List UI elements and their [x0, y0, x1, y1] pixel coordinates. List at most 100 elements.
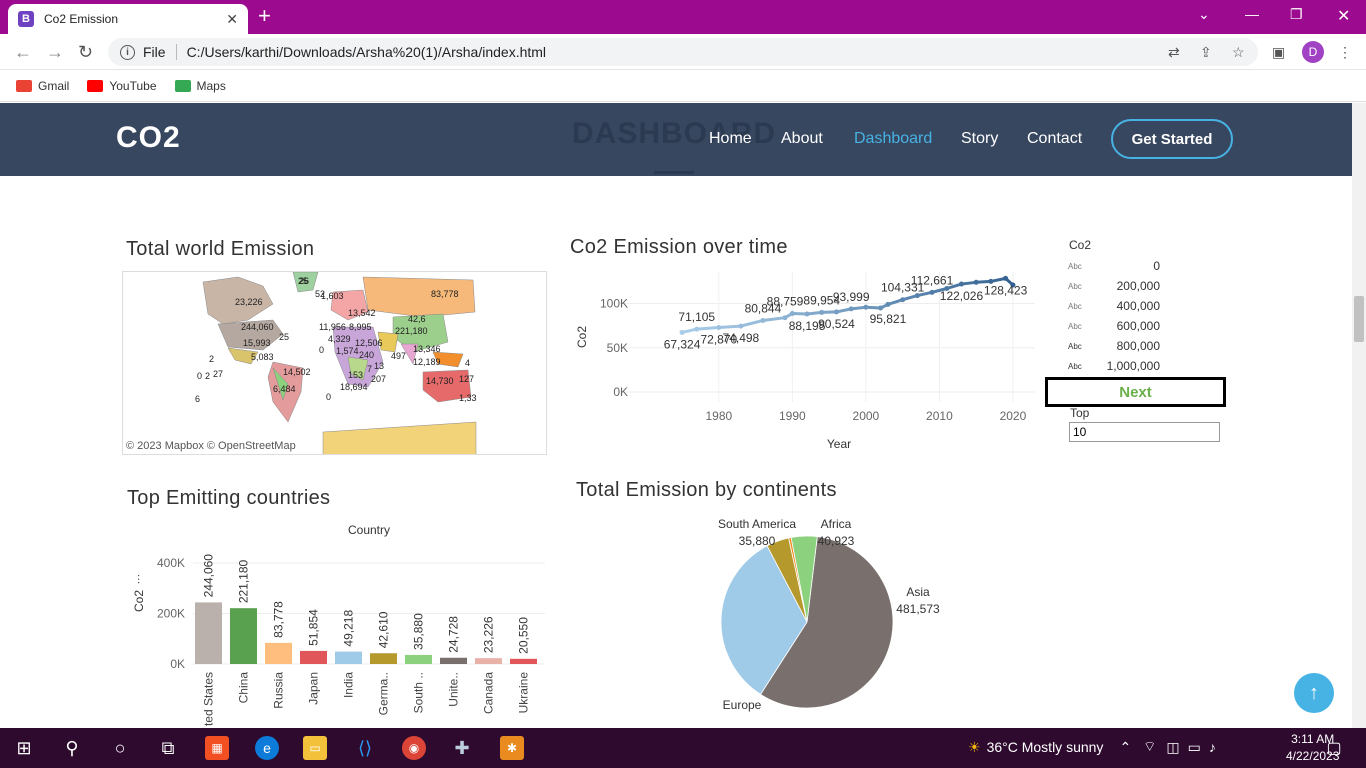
info-icon[interactable]: i: [120, 44, 135, 60]
get-started-button[interactable]: Get Started: [1111, 119, 1233, 159]
edge-icon[interactable]: e: [255, 736, 279, 760]
tableau-icon[interactable]: ✚: [450, 736, 474, 760]
bookmark-youtube[interactable]: YouTube: [87, 79, 157, 93]
task-view-icon[interactable]: ⧉: [156, 736, 180, 760]
nav-story[interactable]: Story: [961, 130, 998, 148]
legend-value: 600,000: [1116, 319, 1160, 333]
map-value-label: 1,33: [459, 393, 477, 403]
nav-contact[interactable]: Contact: [1027, 130, 1082, 148]
line-chart[interactable]: 0K 50K 100K 1980 1990 2000 2010 2020 Year Co2 67,3…: [565, 262, 1045, 462]
nav-home[interactable]: Home: [709, 130, 752, 148]
weather-icon[interactable]: ☀: [968, 739, 981, 756]
world-emission-map[interactable]: 23,226 25 244,060 15,993 25 2 0 2 27 6 5,083 14,502…: [122, 271, 547, 455]
legend-glyph: Abc: [1068, 321, 1082, 331]
line-xtick-label: 2020: [1000, 409, 1027, 423]
line-point: [973, 279, 979, 285]
minimize-button[interactable]: —: [1245, 6, 1259, 22]
line-segment: [717, 324, 743, 330]
restore-button[interactable]: ❐: [1290, 6, 1303, 23]
scrollbar-thumb[interactable]: [1354, 296, 1364, 342]
page-scrollbar[interactable]: [1352, 103, 1366, 728]
new-tab-button[interactable]: +: [258, 4, 271, 28]
pie-label-asia: Asia: [906, 585, 930, 599]
bar-value-label: 221,180: [237, 559, 251, 603]
bar: [405, 654, 432, 664]
bar: [510, 658, 537, 664]
back-to-top-button[interactable]: ↑: [1294, 673, 1334, 713]
translate-icon[interactable]: ⇄: [1168, 44, 1180, 61]
reload-icon[interactable]: ↻: [78, 42, 93, 63]
next-button[interactable]: Next: [1045, 377, 1226, 407]
cortana-icon[interactable]: ○: [108, 736, 132, 760]
bar-chart[interactable]: Country 0K 200K 400K Co2 ⫶ 244,060 United State…: [125, 516, 555, 726]
close-window-button[interactable]: ✕: [1337, 6, 1350, 26]
pie-chart[interactable]: Asia 481,573 Europe South America 35,880 Afri…: [690, 510, 990, 728]
wifi-icon[interactable]: ⌔: [1143, 738, 1156, 756]
meet-icon[interactable]: ◫: [1166, 739, 1179, 756]
bookmark-label: Maps: [196, 78, 226, 93]
bookmarks-bar: Gmail YouTube Maps: [0, 70, 1366, 102]
line-point: [1003, 275, 1009, 281]
bookmark-star-icon[interactable]: ☆: [1232, 44, 1245, 61]
bookmark-maps[interactable]: Maps: [174, 78, 226, 93]
bar: [195, 602, 222, 664]
store-icon[interactable]: ▦: [205, 736, 229, 760]
map-value-label: 0: [197, 371, 202, 381]
map-value-label: 127: [459, 374, 474, 384]
line-point: [694, 326, 700, 332]
map-value-label: 12,506: [355, 338, 383, 348]
site-logo[interactable]: CO2: [116, 121, 181, 155]
line-data-label: 122,026: [940, 289, 984, 303]
map-svg: 23,22625244,06015,9932520 2 2765,08314,502…: [193, 272, 477, 454]
tab-search-icon[interactable]: ⌄: [1198, 6, 1210, 23]
legend-value: 400,000: [1116, 299, 1160, 313]
menu-icon[interactable]: ⋮: [1338, 44, 1352, 61]
notification-icon[interactable]: ▢: [1322, 736, 1346, 760]
address-bar[interactable]: i File C:/Users/karthi/Downloads/Arsha%2…: [108, 38, 1258, 66]
line-data-label: 74,498: [723, 331, 760, 345]
map-value-label: 8,995: [349, 322, 372, 332]
bar-category-label: Japan: [307, 672, 321, 705]
map-value-label: 221,180: [395, 326, 428, 336]
volume-icon[interactable]: ♪: [1209, 739, 1216, 755]
back-icon[interactable]: ←: [14, 42, 32, 63]
line-data-label: 93,999: [833, 290, 870, 304]
top-n-input[interactable]: [1069, 422, 1220, 442]
vscode-icon[interactable]: ⟨⟩: [353, 736, 377, 760]
profile-avatar[interactable]: D: [1302, 41, 1324, 63]
bar-value-label: 20,550: [517, 617, 531, 654]
line-ylabel: Co2: [575, 326, 589, 348]
chrome-icon[interactable]: ◉: [402, 736, 426, 760]
map-value-label: 83,778: [431, 289, 459, 299]
legend-glyph: Abc: [1068, 361, 1082, 371]
map-value-label: 42,6: [408, 314, 426, 324]
tray-chevron-icon[interactable]: ⌃: [1119, 739, 1131, 756]
close-tab-icon[interactable]: ✕: [226, 11, 238, 28]
share-icon[interactable]: ⇪: [1200, 44, 1212, 61]
browser-tab[interactable]: B Co2 Emission ✕: [8, 4, 248, 34]
site-header: CO2 DASHBOARD Home About Dashboard Story…: [0, 103, 1352, 176]
bar-value-label: 23,226: [482, 616, 496, 653]
map-attribution: © 2023 Mapbox © OpenStreetMap: [126, 440, 296, 452]
search-icon[interactable]: ⚲: [60, 736, 84, 760]
weather-text[interactable]: 36°C Mostly sunny: [987, 739, 1104, 755]
side-panel-icon[interactable]: ▣: [1272, 44, 1285, 61]
line-point: [863, 304, 869, 310]
url-text[interactable]: C:/Users/karthi/Downloads/Arsha%20(1)/Ar…: [187, 44, 546, 60]
bar-ylabel: Co2: [132, 590, 146, 612]
windows-taskbar: ⊞ ⚲ ○ ⧉ ▦ e ▭ ⟨⟩ ◉ ✚ ✱ ☀ 36°C Mostly sun…: [0, 728, 1366, 768]
dev-tool-icon[interactable]: ✱: [500, 736, 524, 760]
nav-dashboard[interactable]: Dashboard: [854, 130, 932, 148]
bookmark-gmail[interactable]: Gmail: [16, 79, 69, 93]
line-segment: [695, 326, 721, 331]
legend-glyph: Abc: [1068, 281, 1082, 291]
windows-start-icon[interactable]: ⊞: [12, 736, 36, 760]
bar: [265, 642, 292, 664]
file-explorer-icon[interactable]: ▭: [303, 736, 327, 760]
forward-icon[interactable]: →: [46, 42, 64, 63]
legend-value: 200,000: [1116, 279, 1160, 293]
nav-about[interactable]: About: [781, 130, 823, 148]
youtube-icon: [87, 79, 104, 92]
bar-category-label: United States: [202, 672, 216, 726]
battery-icon[interactable]: ▭: [1188, 739, 1201, 756]
